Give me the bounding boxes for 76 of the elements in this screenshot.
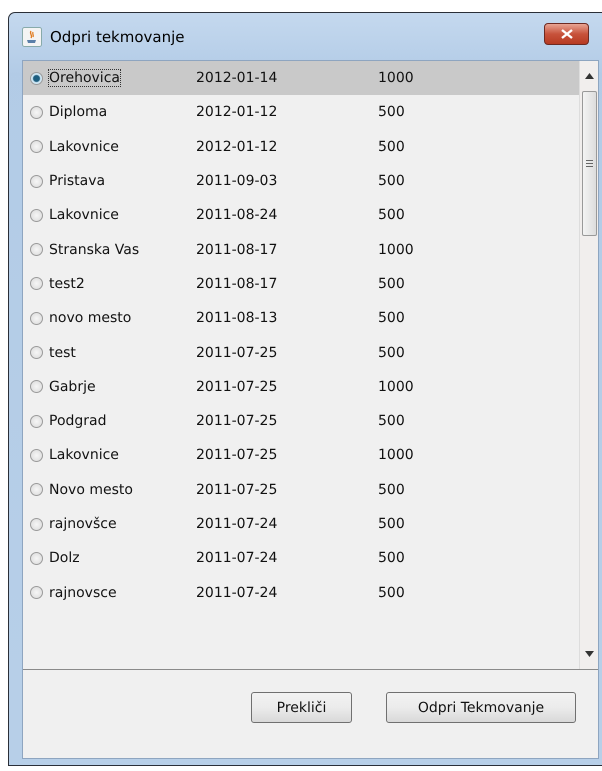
row-value: 1000 bbox=[378, 242, 415, 258]
row-date: 2011-07-25 bbox=[196, 344, 278, 361]
row-date: 2011-07-25 bbox=[196, 447, 278, 464]
row-name: rajnovšce bbox=[49, 516, 117, 532]
row-name: Orehovica bbox=[49, 70, 120, 86]
scroll-up-icon[interactable] bbox=[584, 73, 594, 79]
scroll-thumb[interactable] bbox=[582, 91, 596, 236]
radio-button[interactable] bbox=[30, 140, 43, 154]
radio-button[interactable] bbox=[30, 312, 43, 325]
row-date: 2011-08-17 bbox=[196, 242, 278, 258]
close-icon bbox=[560, 28, 572, 38]
row-name: Pristava bbox=[49, 173, 106, 190]
row-date: 2011-07-25 bbox=[196, 482, 278, 498]
row-date: 2011-07-25 bbox=[196, 413, 278, 430]
row-value: 500 bbox=[378, 550, 406, 566]
row-value: 500 bbox=[378, 413, 406, 430]
row-name: Gabrje bbox=[49, 378, 96, 395]
row-date: 2012-01-14 bbox=[196, 70, 278, 86]
row-value: 500 bbox=[378, 344, 406, 361]
row-value: 500 bbox=[378, 516, 406, 532]
row-value: 1000 bbox=[378, 447, 415, 464]
row-value: 500 bbox=[378, 104, 406, 120]
row-value: 500 bbox=[378, 173, 406, 190]
scrollbar[interactable] bbox=[579, 61, 598, 669]
radio-button[interactable] bbox=[30, 346, 43, 360]
row-name: rajnovsce bbox=[49, 584, 117, 601]
row-value: 1000 bbox=[378, 378, 415, 395]
radio-button[interactable] bbox=[30, 518, 43, 530]
row-value: 1000 bbox=[378, 70, 415, 86]
row-date: 2012-01-12 bbox=[196, 104, 278, 120]
radio-button[interactable] bbox=[30, 72, 43, 85]
row-value: 500 bbox=[378, 276, 406, 292]
row-date: 2011-07-24 bbox=[196, 550, 278, 566]
row-date: 2011-07-25 bbox=[196, 378, 278, 395]
row-name: test2 bbox=[49, 276, 85, 292]
cup-icon bbox=[22, 26, 42, 46]
row-name: Lakovnice bbox=[49, 207, 119, 224]
radio-button[interactable] bbox=[30, 483, 43, 496]
cancel-button[interactable]: Prekliči bbox=[251, 692, 352, 723]
row-date: 2011-07-24 bbox=[196, 584, 278, 601]
radio-button[interactable] bbox=[30, 208, 43, 222]
row-date: 2012-01-12 bbox=[196, 138, 278, 155]
radio-button[interactable] bbox=[30, 552, 43, 565]
radio-button[interactable] bbox=[30, 414, 43, 428]
radio-button[interactable] bbox=[30, 174, 43, 188]
radio-button[interactable] bbox=[30, 277, 43, 290]
row-date: 2011-08-13 bbox=[196, 310, 278, 326]
grip-icon bbox=[586, 160, 592, 167]
list-row[interactable]: Orehovica 2012-01-14 1000 bbox=[23, 61, 579, 96]
row-name: Diploma bbox=[49, 104, 108, 120]
row-date: 2011-08-24 bbox=[196, 207, 278, 224]
row-value: 500 bbox=[378, 584, 406, 601]
scroll-down-icon[interactable] bbox=[584, 651, 594, 657]
radio-button[interactable] bbox=[30, 106, 43, 119]
close-button[interactable] bbox=[544, 22, 589, 44]
row-date: 2011-07-24 bbox=[196, 516, 278, 532]
row-date: 2011-09-03 bbox=[196, 173, 278, 190]
row-date: 2011-08-17 bbox=[196, 276, 278, 292]
row-value: 500 bbox=[378, 310, 406, 326]
row-name: Podgrad bbox=[49, 413, 107, 430]
radio-button[interactable] bbox=[30, 448, 43, 462]
row-value: 500 bbox=[378, 482, 406, 498]
row-name: Dolz bbox=[49, 550, 80, 566]
row-name: Stranska Vas bbox=[49, 242, 140, 258]
radio-button[interactable] bbox=[30, 586, 43, 600]
row-name: Lakovnice bbox=[49, 447, 119, 464]
row-name: Lakovnice bbox=[49, 138, 119, 155]
row-value: 500 bbox=[378, 138, 406, 155]
row-name: novo mesto bbox=[49, 310, 132, 326]
radio-button[interactable] bbox=[30, 380, 43, 394]
row-name: test bbox=[49, 344, 76, 361]
radio-button[interactable] bbox=[30, 243, 43, 256]
row-name: Novo mesto bbox=[49, 482, 133, 498]
open-button[interactable]: Odpri Tekmovanje bbox=[386, 692, 576, 723]
window-title: Odpri tekmovanje bbox=[50, 28, 186, 46]
row-value: 500 bbox=[378, 207, 406, 224]
